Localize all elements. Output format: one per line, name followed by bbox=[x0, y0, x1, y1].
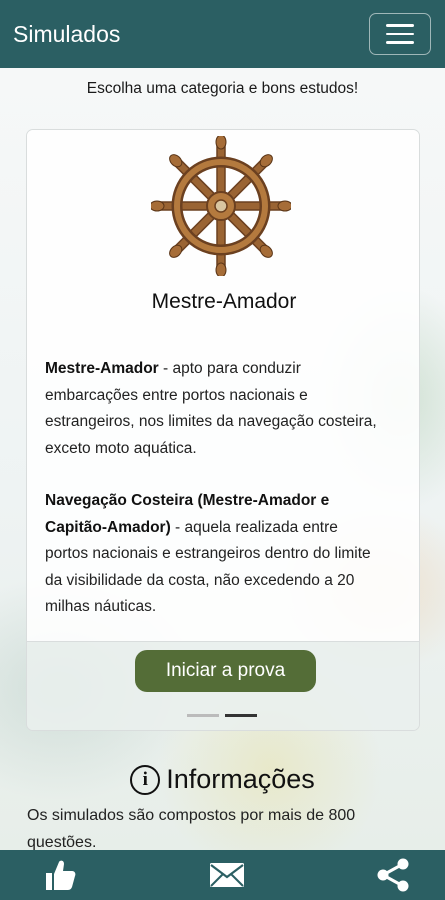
mail-icon bbox=[209, 863, 244, 887]
share-button[interactable] bbox=[373, 855, 413, 895]
start-exam-button[interactable]: Iniciar a prova bbox=[135, 650, 316, 692]
carousel-indicator-1[interactable] bbox=[187, 714, 219, 717]
card-title: Mestre-Amador bbox=[151, 290, 297, 313]
description-1-term: Mestre-Amador bbox=[45, 360, 159, 377]
carousel-indicator-2[interactable] bbox=[225, 714, 257, 717]
info-title: Informações bbox=[166, 764, 315, 794]
info-text: Os simulados são compostos por mais de 8… bbox=[27, 807, 356, 851]
hamburger-menu-button[interactable] bbox=[369, 13, 431, 55]
category-card: Mestre-Amador Mestre-Amador - apto para … bbox=[26, 129, 420, 731]
like-button[interactable] bbox=[40, 855, 80, 895]
ship-wheel-icon bbox=[151, 136, 291, 276]
carousel-indicators bbox=[187, 714, 257, 717]
share-icon bbox=[377, 858, 409, 892]
thumbs-up-icon bbox=[46, 860, 76, 890]
contact-button[interactable] bbox=[207, 855, 247, 895]
top-app-bar: Simulados bbox=[0, 0, 445, 68]
info-circle-icon: i bbox=[130, 764, 161, 795]
app-title: Simulados bbox=[13, 20, 121, 47]
card-body: Mestre-Amador Mestre-Amador - apto para … bbox=[27, 130, 419, 641]
page-subtitle: Escolha uma categoria e bons estudos! bbox=[86, 80, 359, 97]
info-section-header: i Informações bbox=[0, 764, 445, 795]
card-description-2: Navegação Costeira (Mestre-Amador e Capi… bbox=[45, 488, 385, 621]
bottom-navigation bbox=[0, 850, 445, 900]
card-description-1: Mestre-Amador - apto para conduzir embar… bbox=[45, 356, 385, 462]
hamburger-menu-icon bbox=[386, 24, 414, 27]
